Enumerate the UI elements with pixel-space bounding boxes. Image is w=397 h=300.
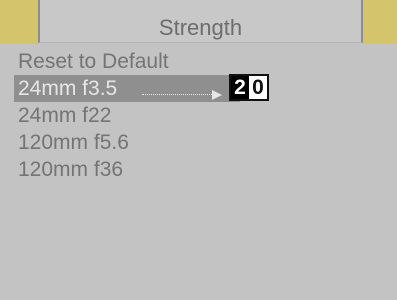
- menu-item-24mm-f3-5[interactable]: 24mm f3.5 2 0: [14, 74, 269, 102]
- value-digit-1[interactable]: 2: [231, 76, 249, 99]
- page-title: Strength: [158, 15, 243, 40]
- strength-menu-screen: Strength Reset to Default 24mm f3.5 2 0 …: [0, 0, 397, 300]
- menu-item-120mm-f5-6[interactable]: 120mm f5.6: [14, 129, 384, 156]
- dotted-leader: [142, 94, 218, 95]
- menu-item-label: 120mm f36: [18, 158, 124, 181]
- menu-list: Reset to Default 24mm f3.5 2 0 24mm f22 …: [14, 48, 384, 183]
- menu-item-label: 24mm f22: [18, 104, 112, 127]
- left-tab[interactable]: [0, 0, 38, 44]
- menu-item-reset-to-default[interactable]: Reset to Default: [14, 48, 384, 75]
- menu-item-label: Reset to Default: [18, 50, 169, 73]
- menu-item-label: 24mm f3.5: [18, 77, 118, 100]
- menu-item-label: 120mm f5.6: [18, 131, 129, 154]
- value-digit-2[interactable]: 0: [249, 76, 267, 99]
- strength-value-field[interactable]: 2 0: [229, 74, 269, 101]
- arrow-right-icon: [212, 90, 222, 100]
- menu-item-120mm-f36[interactable]: 120mm f36: [14, 156, 384, 183]
- header-bar: Strength: [38, 0, 363, 43]
- right-tab[interactable]: [363, 0, 397, 44]
- menu-item-24mm-f22[interactable]: 24mm f22: [14, 102, 384, 129]
